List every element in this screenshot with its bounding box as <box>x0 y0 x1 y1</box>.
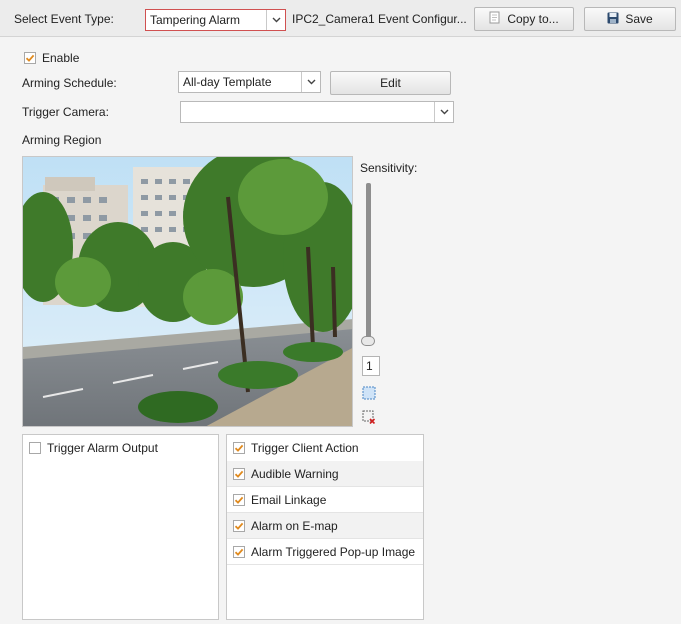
alarm-output-header[interactable]: Trigger Alarm Output <box>23 435 218 461</box>
alarm-output-label: Trigger Alarm Output <box>47 441 158 455</box>
trigger-camera-label: Trigger Camera: <box>22 105 109 119</box>
arming-schedule-value: All-day Template <box>183 75 272 89</box>
clear-region-icon[interactable] <box>362 410 376 427</box>
event-type-label: Select Event Type: <box>14 12 114 26</box>
popup-image-label: Alarm Triggered Pop-up Image <box>251 544 416 559</box>
event-type-select[interactable]: Tampering Alarm <box>145 9 286 31</box>
floppy-disk-icon <box>607 12 619 27</box>
audible-warning-label: Audible Warning <box>251 466 339 481</box>
client-action-header[interactable]: Trigger Client Action <box>227 435 423 461</box>
copy-icon <box>489 11 501 27</box>
copy-to-button[interactable]: Copy to... <box>474 7 574 31</box>
save-button[interactable]: Save <box>584 7 676 31</box>
camera-preview-image <box>23 157 352 426</box>
enable-checkbox[interactable] <box>24 52 36 64</box>
arming-region-label: Arming Region <box>22 133 102 147</box>
draw-full-region-icon[interactable] <box>362 386 376 403</box>
sensitivity-label: Sensitivity: <box>360 161 418 175</box>
client-action-checkbox[interactable] <box>233 442 245 454</box>
chevron-down-icon[interactable] <box>266 10 285 30</box>
copy-to-label: Copy to... <box>507 12 559 26</box>
arming-schedule-select[interactable]: All-day Template <box>178 71 321 93</box>
email-linkage-checkbox[interactable] <box>233 493 245 506</box>
edit-label: Edit <box>380 76 401 90</box>
sensitivity-value-input[interactable]: 1 <box>362 356 380 376</box>
client-action-panel: Trigger Client Action Audible Warning Em… <box>226 434 424 620</box>
list-item[interactable]: Alarm on E-map <box>227 513 423 539</box>
arming-schedule-label: Arming Schedule: <box>22 76 117 90</box>
alarm-on-emap-checkbox[interactable] <box>233 519 245 532</box>
sensitivity-slider-thumb[interactable] <box>361 336 375 346</box>
audible-warning-checkbox[interactable] <box>233 467 245 480</box>
enable-label: Enable <box>42 51 80 65</box>
alarm-output-panel: Trigger Alarm Output <box>22 434 219 620</box>
config-title: IPC2_Camera1 Event Configur... <box>292 12 467 26</box>
chevron-down-icon[interactable] <box>434 102 453 122</box>
sensitivity-slider-track[interactable] <box>366 183 371 341</box>
alarm-on-emap-label: Alarm on E-map <box>251 518 338 533</box>
enable-toggle[interactable]: Enable <box>24 51 79 65</box>
event-type-value: Tampering Alarm <box>150 13 241 27</box>
arming-region-canvas[interactable] <box>22 156 353 427</box>
list-item[interactable]: Email Linkage <box>227 487 423 513</box>
popup-image-checkbox[interactable] <box>233 545 245 558</box>
list-item[interactable]: Alarm Triggered Pop-up Image <box>227 539 423 565</box>
trigger-camera-select[interactable] <box>180 101 454 123</box>
client-action-label: Trigger Client Action <box>251 441 359 455</box>
edit-schedule-button[interactable]: Edit <box>330 71 451 95</box>
alarm-output-checkbox[interactable] <box>29 442 41 454</box>
email-linkage-label: Email Linkage <box>251 492 327 507</box>
save-label: Save <box>625 12 653 26</box>
chevron-down-icon[interactable] <box>301 72 320 92</box>
list-item[interactable]: Audible Warning <box>227 461 423 487</box>
